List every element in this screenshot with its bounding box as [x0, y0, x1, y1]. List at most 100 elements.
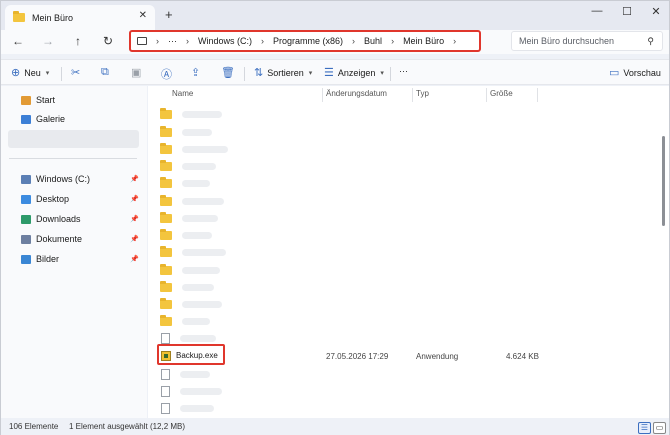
column-header-size[interactable]: Größe	[490, 89, 513, 98]
minimize-button[interactable]: —	[587, 5, 607, 17]
sidebar-item-start[interactable]: Start	[21, 95, 139, 105]
list-item[interactable]	[160, 124, 555, 141]
column-divider[interactable]	[486, 88, 487, 102]
sidebar-item-dokumente[interactable]: Dokumente 📌	[21, 234, 139, 244]
view-label: Anzeigen	[337, 67, 376, 78]
scissors-icon: ✂	[71, 67, 81, 79]
tab-close-button[interactable]: ✕	[139, 10, 147, 21]
list-item[interactable]	[160, 158, 555, 175]
column-header-type[interactable]: Typ	[416, 89, 429, 98]
list-item[interactable]	[160, 175, 555, 192]
breadcrumb-windows-c[interactable]: Windows (C:)	[198, 36, 252, 46]
vertical-scrollbar[interactable]	[662, 136, 665, 226]
folder-icon	[160, 160, 172, 171]
blurred-name	[182, 146, 228, 153]
delete-button[interactable]: 🗑	[221, 66, 239, 79]
search-input[interactable]: Mein Büro durchsuchen ⚲	[511, 31, 663, 51]
separator-chevron-icon: ›	[352, 36, 356, 46]
back-button[interactable]: ←	[9, 34, 27, 48]
sidebar-item-galerie[interactable]: Galerie	[21, 114, 139, 124]
folder-icon	[160, 143, 172, 154]
column-divider[interactable]	[537, 88, 538, 102]
view-icon: ☰	[324, 67, 334, 79]
tiles-view-button[interactable]: ▭	[653, 422, 666, 434]
toolbar-divider	[390, 67, 391, 81]
sidebar-item-label: Start	[36, 95, 56, 105]
computer-icon	[137, 37, 147, 45]
copy-button[interactable]: ⧉	[101, 66, 113, 79]
more-options-button[interactable]: ···	[399, 66, 408, 76]
sort-button[interactable]: ⇅ Sortieren ▾	[254, 66, 312, 79]
list-item[interactable]	[160, 227, 555, 244]
breadcrumb-programme-x86[interactable]: Programme (x86)	[273, 36, 343, 46]
up-button[interactable]: ↑	[69, 34, 87, 48]
list-item[interactable]	[160, 106, 555, 123]
list-item[interactable]	[160, 244, 555, 261]
sort-icon: ⇅	[254, 67, 264, 79]
list-item[interactable]	[160, 279, 555, 296]
file-type: Anwendung	[416, 352, 459, 361]
chevron-down-icon: ▾	[380, 69, 384, 77]
breadcrumb-buhl[interactable]: Buhl	[364, 36, 382, 46]
list-item[interactable]	[160, 296, 555, 313]
file-icon	[161, 333, 170, 344]
breadcrumb-mein-buero[interactable]: Mein Büro	[403, 36, 444, 46]
new-tab-button[interactable]: +	[165, 7, 173, 22]
sidebar-item-windows-c[interactable]: Windows (C:) 📌	[21, 174, 139, 184]
address-bar[interactable]: › ··· › Windows (C:) › Programme (x86) ›…	[129, 30, 481, 52]
maximize-button[interactable]: ☐	[617, 5, 637, 18]
view-button[interactable]: ☰ Anzeigen ▾	[324, 66, 384, 79]
refresh-button[interactable]: ↻	[99, 34, 117, 48]
preview-button[interactable]: ▭ Vorschau	[609, 66, 661, 79]
sidebar-item-downloads[interactable]: Downloads 📌	[21, 214, 139, 224]
blurred-name	[182, 163, 216, 170]
list-item[interactable]	[160, 366, 555, 383]
breadcrumb-more[interactable]: ···	[168, 36, 177, 46]
file-icon	[161, 403, 170, 414]
column-header-name[interactable]: Name	[172, 89, 193, 98]
rename-button[interactable]: Ⓐ	[161, 66, 176, 82]
sidebar-item-selected[interactable]	[8, 130, 139, 148]
folder-icon	[160, 177, 172, 188]
details-view-button[interactable]: ☰	[638, 422, 651, 434]
column-divider[interactable]	[322, 88, 323, 102]
sidebar-item-label: Galerie	[36, 114, 66, 124]
column-divider[interactable]	[412, 88, 413, 102]
list-item[interactable]	[160, 383, 555, 400]
separator-chevron-icon: ›	[261, 36, 265, 46]
sidebar-item-bilder[interactable]: Bilder 📌	[21, 254, 139, 264]
item-count: 106 Elemente	[9, 422, 59, 431]
share-icon: ⇪	[191, 67, 201, 79]
address-row: ← → ↑ ↻ › ··· › Windows (C:) › Programme…	[1, 30, 669, 54]
list-item[interactable]	[160, 193, 555, 210]
file-list: Name Änderungsdatum Typ Größe Backup.exe…	[148, 86, 669, 418]
sidebar-item-label: Dokumente	[36, 234, 83, 244]
close-button[interactable]: ✕	[646, 5, 666, 18]
list-item[interactable]	[160, 262, 555, 279]
list-item[interactable]	[160, 400, 555, 417]
column-header-date[interactable]: Änderungsdatum	[326, 89, 387, 98]
desktop-icon	[21, 194, 31, 204]
list-item[interactable]	[160, 141, 555, 158]
list-item[interactable]	[160, 313, 555, 330]
separator-chevron-icon: ›	[156, 36, 159, 46]
blurred-name	[182, 284, 214, 291]
separator-chevron-icon[interactable]: ›	[453, 36, 456, 46]
share-button[interactable]: ⇪	[191, 66, 204, 79]
paste-button[interactable]: ▣	[131, 66, 145, 79]
blurred-name	[182, 215, 218, 222]
pin-icon: 📌	[130, 256, 139, 263]
pin-icon: 📌	[130, 176, 139, 183]
pin-icon: 📌	[130, 216, 139, 223]
blurred-name	[182, 301, 222, 308]
forward-button[interactable]: →	[39, 34, 57, 48]
sidebar-item-desktop[interactable]: Desktop 📌	[21, 194, 139, 204]
highlight-box	[157, 344, 225, 365]
tab-mein-buero[interactable]: Mein Büro ✕	[5, 5, 155, 30]
list-item[interactable]	[160, 210, 555, 227]
status-bar: 106 Elemente 1 Element ausgewählt (12,2 …	[1, 419, 669, 435]
folder-icon	[160, 212, 172, 223]
new-button[interactable]: ⊕ Neu ▾	[11, 66, 49, 79]
cut-button[interactable]: ✂	[71, 66, 84, 79]
trash-icon: 🗑	[221, 67, 235, 79]
